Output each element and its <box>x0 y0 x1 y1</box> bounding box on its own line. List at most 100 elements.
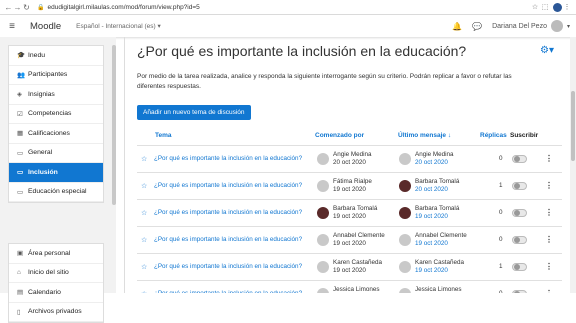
back-icon[interactable]: ← <box>4 3 13 12</box>
last-post-date[interactable]: 19 oct 2020 <box>415 267 448 274</box>
subscribe-toggle[interactable] <box>512 236 527 244</box>
nav-drawer: 🎓 Inedu 👥 Participantes ◈ Insignias ☑ Competenc… <box>0 37 116 323</box>
star-icon[interactable]: ☆ <box>141 155 147 163</box>
sidebar-item-general[interactable]: ▭ General <box>9 144 103 163</box>
replies-count[interactable]: 1 <box>499 182 503 189</box>
shield-icon: ◈ <box>17 91 22 99</box>
scrollbar-thumb[interactable] <box>571 91 575 161</box>
replies-count[interactable]: 0 <box>499 236 503 243</box>
col-last-post[interactable]: Último mensaje ↓ <box>398 132 451 139</box>
chevron-down-icon[interactable]: ▾ <box>567 23 570 30</box>
more-actions-icon[interactable]: ⋮ <box>545 235 553 244</box>
table-row: ☆ ¿Por qué es importante la inclusión en … <box>137 199 562 226</box>
dashboard-icon: ▣ <box>17 250 24 258</box>
star-icon[interactable]: ☆ <box>141 209 147 217</box>
sidebar-item-área-personal[interactable]: ▣ Área personal <box>9 244 103 264</box>
last-post-author: Angie Medina <box>415 151 454 158</box>
subscribe-toggle[interactable] <box>512 209 527 217</box>
chat-icon[interactable]: 💬 <box>472 22 482 31</box>
subscribe-toggle[interactable] <box>512 182 527 190</box>
subscribe-toggle[interactable] <box>512 263 527 271</box>
avatar <box>317 234 329 246</box>
sidebar-item-label: Inicio del sitio <box>28 269 69 277</box>
subscribe-toggle[interactable] <box>512 155 527 163</box>
topic-link[interactable]: ¿Por qué es importante la inclusión en l… <box>154 236 302 243</box>
sidebar-item-label: General <box>28 149 53 157</box>
site-nav: ▣ Área personal ⌂ Inicio del sitio ▤ Calendar… <box>8 243 104 323</box>
avatar <box>317 180 329 192</box>
sidebar-item-archivos-privados[interactable]: ▯ Archivos privados <box>9 303 103 322</box>
more-actions-icon[interactable]: ⋮ <box>545 289 553 293</box>
avatar <box>317 288 329 293</box>
home-icon: ⌂ <box>17 269 21 277</box>
add-discussion-button[interactable]: Añadir un nuevo tema de discusión <box>137 105 251 120</box>
topic-link[interactable]: ¿Por qué es importante la inclusión en l… <box>154 263 302 270</box>
moodle-navbar: ≡ Moodle Español - Internacional (es) ▾ … <box>0 15 576 37</box>
table-row: ☆ ¿Por qué es importante la inclusión en … <box>137 172 562 199</box>
sidebar-item-inedu[interactable]: 🎓 Inedu <box>9 46 103 66</box>
drawer-scrollbar[interactable] <box>112 45 116 205</box>
replies-count[interactable]: 1 <box>499 263 503 270</box>
star-icon[interactable]: ☆ <box>141 263 147 271</box>
star-icon[interactable]: ☆ <box>141 182 147 190</box>
replies-count[interactable]: 0 <box>499 209 503 216</box>
author-date: 19 oct 2020 <box>333 240 366 247</box>
topic-link[interactable]: ¿Por qué es importante la inclusión en l… <box>154 155 302 162</box>
last-post-author: Barbara Tomalá <box>415 178 460 185</box>
menu-dots-icon[interactable]: ⋮ <box>562 3 572 11</box>
sidebar-item-label: Área personal <box>28 249 71 257</box>
sidebar-item-label: Calendario <box>28 288 61 296</box>
more-actions-icon[interactable]: ⋮ <box>545 262 553 271</box>
sidebar-item-inclusión[interactable]: ▭ Inclusión <box>9 163 103 183</box>
last-post-author: Jessica Limones <box>415 286 462 293</box>
author-date: 19 oct 2020 <box>333 186 366 193</box>
author-name: Angie Medina <box>333 151 372 158</box>
more-actions-icon[interactable]: ⋮ <box>545 181 553 190</box>
user-name[interactable]: Dariana Del Pezo <box>492 23 547 30</box>
profile-avatar[interactable] <box>553 2 562 12</box>
last-post-date[interactable]: 19 oct 2020 <box>415 213 448 220</box>
author-date: 19 oct 2020 <box>333 267 366 274</box>
sidebar-item-insignias[interactable]: ◈ Insignias <box>9 85 103 105</box>
topic-link[interactable]: ¿Por qué es importante la inclusión en l… <box>154 182 302 189</box>
site-brand[interactable]: Moodle <box>30 21 61 32</box>
more-actions-icon[interactable]: ⋮ <box>545 154 553 163</box>
col-started-by[interactable]: Comenzado por <box>315 132 364 139</box>
sidebar-item-label: Participantes <box>28 71 68 79</box>
avatar <box>399 180 411 192</box>
star-icon[interactable]: ☆ <box>141 236 147 244</box>
bell-icon[interactable]: 🔔 <box>452 22 462 31</box>
col-replies[interactable]: Réplicas <box>480 132 507 139</box>
extensions-icon[interactable]: ⬚ <box>540 3 550 11</box>
replies-count[interactable]: 0 <box>499 155 503 162</box>
address-bar[interactable]: edudigitalgirl.milaulas.com/mod/forum/vi… <box>47 4 530 11</box>
star-icon[interactable]: ☆ <box>530 3 540 11</box>
language-selector[interactable]: Español - Internacional (es) ▾ <box>76 22 161 30</box>
avatar <box>317 153 329 165</box>
sidebar-item-calificaciones[interactable]: ▦ Calificaciones <box>9 124 103 144</box>
sidebar-item-educación-especial[interactable]: ▭ Educación especial <box>9 183 103 202</box>
gear-icon[interactable]: ⚙▾ <box>540 45 554 56</box>
hamburger-icon[interactable]: ≡ <box>0 21 24 32</box>
sidebar-item-competencias[interactable]: ☑ Competencias <box>9 105 103 124</box>
last-post-date[interactable]: 20 oct 2020 <box>415 186 448 193</box>
avatar[interactable] <box>550 20 563 32</box>
main-content: ¿Por qué es importante la inclusión en l… <box>124 37 570 293</box>
forward-icon[interactable]: → <box>13 3 22 12</box>
avatar <box>399 234 411 246</box>
table-row: ☆ ¿Por qué es importante la inclusión en … <box>137 253 562 280</box>
reload-icon[interactable]: ↻ <box>22 3 31 12</box>
sidebar-item-inicio-del-sitio[interactable]: ⌂ Inicio del sitio <box>9 264 103 283</box>
col-topic[interactable]: Tema <box>155 132 172 139</box>
more-actions-icon[interactable]: ⋮ <box>545 208 553 217</box>
folder-icon: ▭ <box>17 169 24 177</box>
checklist-icon: ☑ <box>17 110 23 118</box>
topic-link[interactable]: ¿Por qué es importante la inclusión en l… <box>154 209 302 216</box>
page-scrollbar[interactable] <box>570 37 576 293</box>
forum-description: Por medio de la tarea realizada, analice… <box>137 73 512 90</box>
sidebar-item-participantes[interactable]: 👥 Participantes <box>9 66 103 85</box>
table-row: ☆ ¿Por qué es importante la inclusión en … <box>137 145 562 172</box>
last-post-date[interactable]: 20 oct 2020 <box>415 159 448 166</box>
avatar <box>317 261 329 273</box>
last-post-date[interactable]: 19 oct 2020 <box>415 240 448 247</box>
